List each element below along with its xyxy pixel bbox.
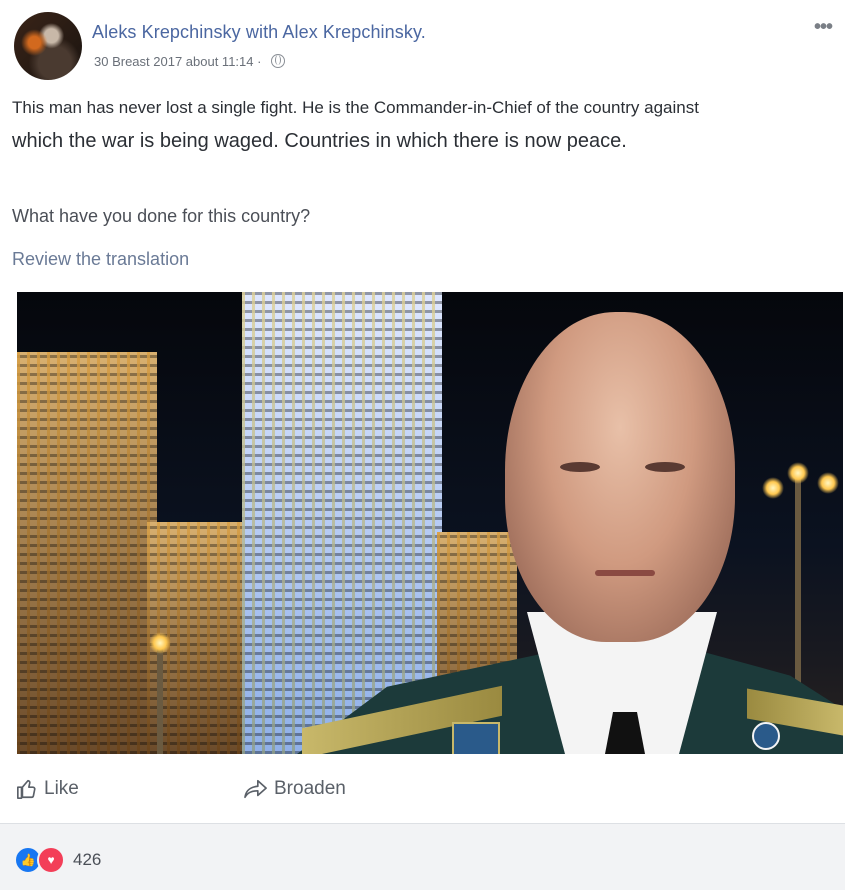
reaction-summary[interactable]: 👍 ♥ 426 xyxy=(14,846,101,874)
action-bar: Like Broaden xyxy=(14,770,834,810)
post-timestamp[interactable]: 30 Breast 2017 about 11:14 xyxy=(94,54,254,69)
tagged-name[interactable]: Alex Krepchinsky. xyxy=(282,22,425,42)
post-names: Aleks Krepchinsky with Alex Krepchinsky. xyxy=(92,22,426,43)
post-photo[interactable] xyxy=(17,292,843,754)
more-options-icon[interactable]: ••• xyxy=(814,16,833,39)
post-text-line-2: which the war is being waged. Countries … xyxy=(12,130,627,152)
globe-icon xyxy=(271,54,286,68)
author-name[interactable]: Aleks Krepchinsky xyxy=(92,22,241,42)
thumbs-up-icon xyxy=(17,779,36,799)
post-question: What have you done for this country? xyxy=(12,206,311,226)
post-header: Aleks Krepchinsky with Alex Krepchinsky.… xyxy=(14,12,834,82)
share-label: Broaden xyxy=(274,778,346,799)
reactions-footer: 👍 ♥ 426 xyxy=(0,823,845,890)
photo-building-left xyxy=(17,352,157,754)
reaction-count: 426 xyxy=(73,850,102,869)
love-icon: ♥ xyxy=(37,846,65,874)
share-arrow-icon xyxy=(244,779,267,799)
post-meta: 30 Breast 2017 about 11:14 · xyxy=(94,54,286,69)
translation-link[interactable]: Review the translation xyxy=(12,249,189,270)
author-avatar[interactable] xyxy=(14,12,82,80)
like-label: Like xyxy=(44,778,79,799)
with-text: with xyxy=(245,22,279,42)
post-card: Aleks Krepchinsky with Alex Krepchinsky.… xyxy=(0,0,845,890)
photo-portrait xyxy=(297,312,843,754)
post-text-line-1: This man has never lost a single fight. … xyxy=(12,98,699,117)
like-button[interactable]: Like xyxy=(16,778,79,800)
share-button[interactable]: Broaden xyxy=(244,778,346,800)
